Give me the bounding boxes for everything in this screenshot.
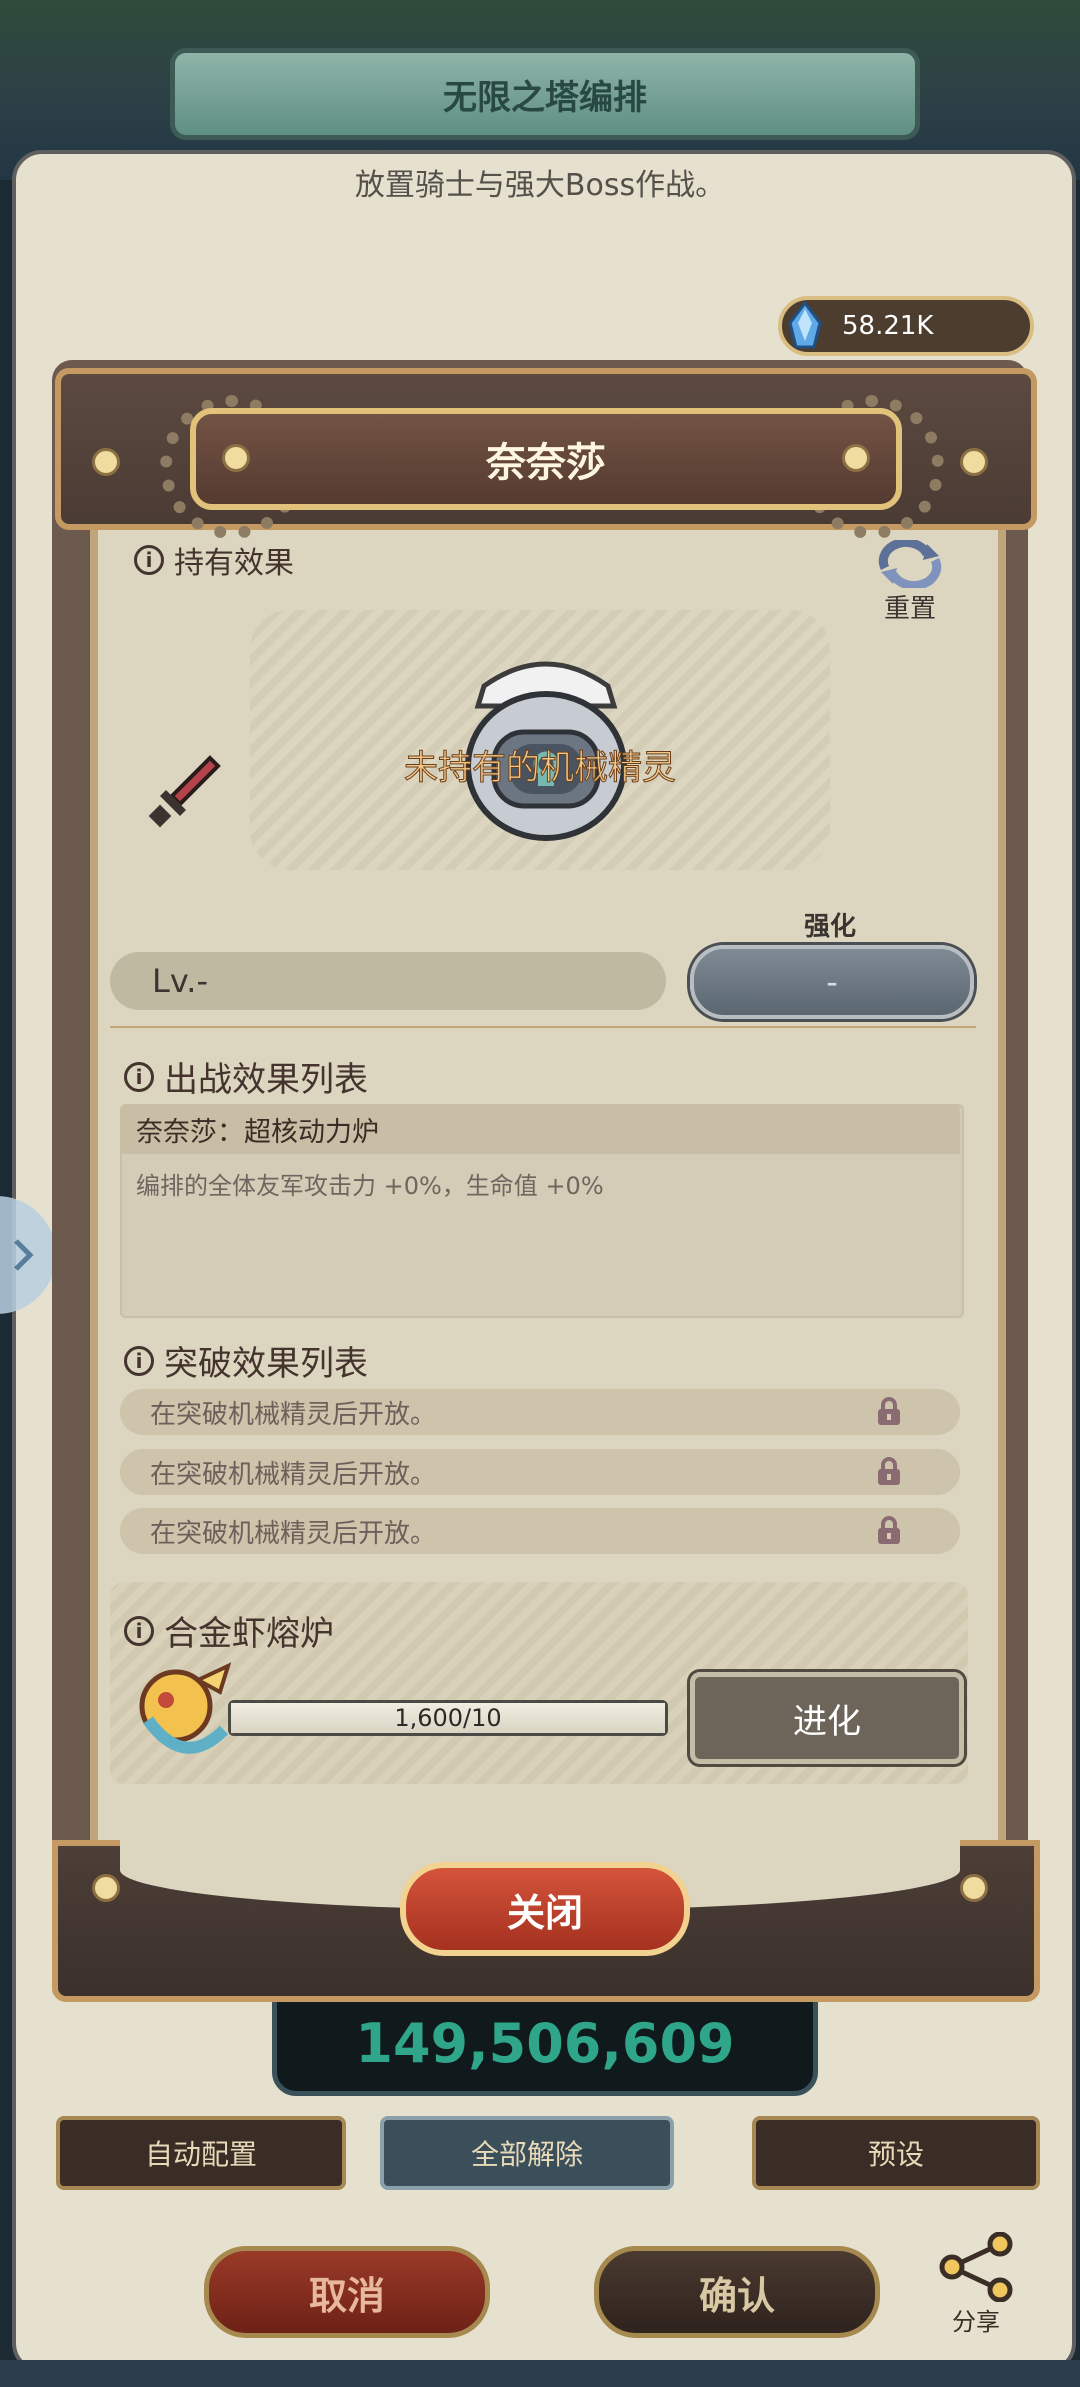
close-label: 关闭 — [506, 1890, 583, 1935]
close-button[interactable]: 关闭 — [400, 1862, 690, 1956]
breakthrough-header: i 突破效果列表 — [124, 1336, 368, 1385]
unowned-spirit-label: 未持有的机械精灵 — [404, 748, 677, 789]
lock-icon — [878, 1457, 900, 1485]
battle-effects-title: 出战效果列表 — [164, 1060, 368, 1100]
locked-effect-row: 在突破机械精灵后开放。 — [120, 1449, 960, 1495]
cancel-button[interactable]: 取消 — [204, 2246, 490, 2338]
preset-label: 预设 — [867, 2138, 924, 2171]
bolt-decoration — [960, 1874, 988, 1902]
bolt-decoration — [92, 448, 120, 476]
enhance-button[interactable]: - — [690, 945, 974, 1019]
level-label: Lv.- — [152, 962, 208, 1000]
lock-icon — [878, 1397, 900, 1425]
sword-icon — [148, 755, 221, 828]
info-icon: i — [124, 1061, 154, 1092]
divider — [110, 1026, 976, 1028]
owned-effect-label: 持有效果 — [174, 546, 294, 581]
evolve-button[interactable]: 进化 — [690, 1672, 964, 1764]
combat-power-box: 149,506,609 — [272, 1990, 818, 2096]
battle-effects-header: i 出战效果列表 — [124, 1052, 368, 1101]
bottom-edge — [0, 2360, 1080, 2387]
modal-title: 奈奈莎 — [486, 440, 606, 486]
currency-value: 58.21K — [842, 311, 934, 341]
page-title: 无限之塔编排 — [443, 77, 647, 118]
lock-icon — [878, 1516, 900, 1544]
alloy-shrimp-icon — [139, 1662, 232, 1754]
confirm-label: 确认 — [698, 2273, 775, 2318]
alloy-furnace-header: i 合金虾熔炉 — [124, 1606, 334, 1655]
breakthrough-title: 突破效果列表 — [164, 1344, 368, 1384]
reset-button[interactable]: 重置 — [870, 540, 950, 625]
info-icon: i — [124, 1345, 154, 1376]
locked-effect-row: 在突破机械精灵后开放。 — [120, 1508, 960, 1554]
bolt-decoration — [960, 448, 988, 476]
auto-config-button[interactable]: 自动配置 — [56, 2116, 346, 2190]
locked-effect-text: 在突破机械精灵后开放。 — [150, 1399, 437, 1430]
bolt-decoration — [842, 444, 870, 472]
blue-crystal-icon — [788, 300, 822, 349]
battle-effect-name: 奈奈莎：超核动力炉 — [136, 1116, 379, 1148]
info-icon: i — [134, 545, 164, 575]
share-label: 分享 — [952, 2308, 1000, 2336]
share-button[interactable]: 分享 — [926, 2232, 1026, 2342]
evolve-label: 进化 — [793, 1701, 861, 1742]
currency-display: 58.21K — [778, 296, 1034, 356]
share-icon — [939, 2232, 1013, 2302]
release-all-label: 全部解除 — [470, 2138, 583, 2171]
battle-effect-name-row: 奈奈莎：超核动力炉 — [120, 1104, 960, 1154]
page-title-banner: 无限之塔编排 — [170, 48, 920, 140]
preset-button[interactable]: 预设 — [752, 2116, 1040, 2190]
alloy-furnace-title: 合金虾熔炉 — [164, 1614, 334, 1654]
locked-effect-row: 在突破机械精灵后开放。 — [120, 1389, 960, 1435]
enhance-label: 强化 — [803, 912, 856, 942]
cancel-label: 取消 — [308, 2273, 385, 2318]
bolt-decoration — [92, 1874, 120, 1902]
locked-effect-text: 在突破机械精灵后开放。 — [150, 1459, 437, 1490]
bolt-decoration — [222, 444, 250, 472]
reset-label: 重置 — [883, 594, 936, 624]
release-all-button[interactable]: 全部解除 — [380, 2116, 674, 2190]
chevron-right-icon — [14, 1239, 34, 1271]
alloy-progress-text: 1,600/10 — [394, 1704, 502, 1732]
confirm-button[interactable]: 确认 — [594, 2246, 880, 2338]
combat-power-value: 149,506,609 — [355, 2011, 735, 2075]
locked-effect-text: 在突破机械精灵后开放。 — [150, 1518, 437, 1549]
page-subtitle: 放置骑士与强大Boss作战。 — [354, 168, 726, 203]
enhance-value: - — [826, 963, 838, 1001]
auto-config-label: 自动配置 — [144, 2138, 257, 2171]
owned-effect-header: i 持有效果 — [134, 538, 294, 582]
reset-icon — [878, 540, 942, 588]
battle-effect-desc: 编排的全体友军攻击力 +0%，生命值 +0% — [136, 1172, 604, 1200]
modal-name-plate: 奈奈莎 — [190, 408, 902, 510]
info-icon: i — [124, 1615, 154, 1646]
level-display: Lv.- — [110, 952, 666, 1010]
alloy-progress-bar: 1,600/10 — [228, 1700, 668, 1736]
